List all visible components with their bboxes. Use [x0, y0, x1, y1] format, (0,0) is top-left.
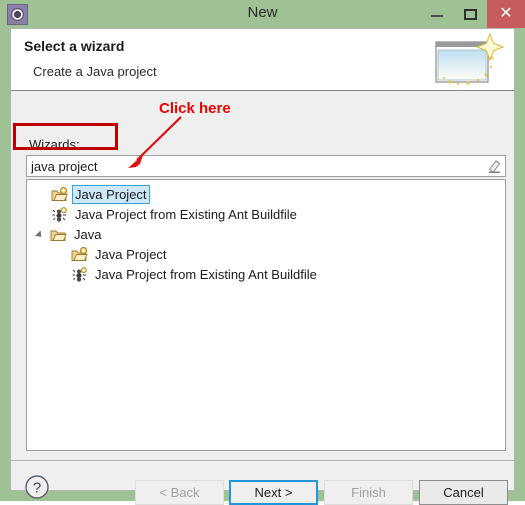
footer-divider [11, 460, 514, 461]
next-button[interactable]: Next > [229, 480, 318, 505]
title-bar: New ✕ [0, 0, 525, 28]
maximize-icon [464, 9, 477, 20]
finish-button[interactable]: Finish [324, 480, 413, 505]
close-button[interactable]: ✕ [487, 0, 525, 28]
chevron-down-icon[interactable] [35, 228, 48, 241]
folder-open-icon [50, 230, 67, 241]
list-item-label: Java Project [72, 185, 150, 204]
wizard-filter-row [26, 155, 506, 177]
annotation-click-here: Click here [159, 100, 231, 117]
list-item[interactable]: Java Project from Existing Ant Buildfile [51, 205, 300, 224]
list-item-label: Java Project [95, 247, 167, 262]
list-item[interactable]: Java Project from Existing Ant Buildfile [71, 265, 320, 284]
dialog-body: Select a wizard Create a Java project Wi… [10, 28, 515, 505]
cancel-button[interactable]: Cancel [419, 480, 508, 505]
tree-group-java[interactable]: Java [35, 225, 104, 244]
close-icon: ✕ [499, 5, 513, 22]
list-item[interactable]: Java Project [71, 245, 170, 264]
tree-group-label: Java [74, 227, 102, 242]
new-wizard-window: New ✕ Select a wizard Create a Java proj… [0, 0, 525, 505]
svg-text:?: ? [33, 480, 41, 497]
eraser-icon[interactable] [487, 158, 502, 174]
back-button[interactable]: < Back [135, 480, 224, 505]
list-item-label: Java Project from Existing Ant Buildfile [95, 267, 317, 282]
java-project-icon [51, 186, 68, 201]
minimize-button[interactable] [421, 0, 454, 28]
annotation-highlight-rect [13, 123, 118, 150]
java-project-icon [71, 246, 88, 261]
minimize-icon [431, 15, 443, 17]
list-item-label: Java Project from Existing Ant Buildfile [75, 207, 297, 222]
ant-buildfile-icon [52, 206, 67, 222]
search-input[interactable] [26, 155, 506, 177]
wizard-banner: Select a wizard Create a Java project [11, 29, 514, 91]
page-subtitle: Create a Java project [33, 64, 157, 79]
wizard-sparkle-window-icon [435, 32, 505, 90]
question-mark-icon[interactable]: ? [24, 474, 50, 500]
maximize-button[interactable] [454, 0, 487, 28]
wizard-tree[interactable]: Java Project Java Project from Existing … [26, 179, 506, 451]
ant-buildfile-icon [72, 266, 87, 282]
page-title: Select a wizard [24, 38, 125, 54]
list-item[interactable]: Java Project [51, 185, 150, 204]
